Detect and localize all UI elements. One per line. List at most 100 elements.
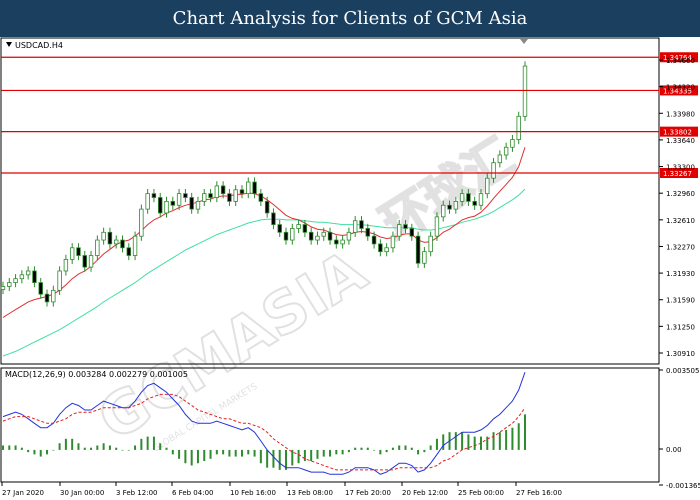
time-tick-label: 20 Feb 12:00 [402, 489, 448, 497]
time-tick-label: 3 Feb 12:00 [116, 489, 157, 497]
candle-body [69, 247, 75, 260]
candle-body [516, 115, 521, 140]
macd-hist-bar [108, 445, 111, 450]
macd-hist-bar [20, 447, 23, 450]
candle-body [459, 193, 465, 202]
candle-body [264, 200, 270, 214]
macd-hist-bar [492, 432, 495, 450]
candle-body [44, 293, 50, 303]
candle-body [25, 270, 31, 276]
candle-body [491, 162, 496, 179]
candle-body [214, 185, 220, 198]
candle-body [283, 231, 289, 241]
macd-hist-bar [134, 445, 137, 450]
candle-body [365, 228, 370, 237]
macd-hist-bar [341, 449, 344, 455]
macd-hist-bar [524, 414, 526, 450]
macd-hist-bar [379, 449, 382, 455]
candle-body [384, 247, 389, 253]
candle-body [107, 231, 113, 245]
candle-body [246, 181, 251, 195]
macd-hist-bar [429, 445, 432, 450]
time-tick-label: 27 Feb 16:00 [516, 489, 562, 497]
macd-hist-bar [27, 449, 30, 453]
macd-hist-bar [165, 447, 168, 450]
level-badge-label: 1.33802 [663, 129, 692, 137]
macd-hist-bar [435, 438, 438, 450]
price-tick-label: 1.33300 [666, 164, 695, 172]
candle-body [340, 239, 345, 245]
candle-body [145, 193, 150, 210]
candle-body [403, 224, 408, 229]
macd-hist-bar [272, 449, 275, 468]
macd-hist-bar [247, 449, 250, 455]
candle-body [114, 239, 119, 245]
macd-axis: 0.003505 0.00 -0.001365 [659, 367, 700, 490]
candle-body [315, 235, 320, 241]
candle-body [101, 231, 106, 241]
macd-panel-frame [0, 367, 660, 483]
candle-body [126, 247, 131, 256]
macd-hist-bar [297, 449, 300, 464]
macd-hist-bar [303, 449, 306, 462]
candle-body [76, 247, 81, 256]
macd-hist-bar [64, 438, 67, 450]
candle-body [441, 204, 446, 218]
candle-body [510, 139, 515, 148]
price-tick-label: 1.32270 [666, 243, 695, 251]
time-tick-label: 27 Jan 2020 [2, 489, 44, 497]
macd-hist-bar [291, 449, 294, 466]
price-tick-label: 1.34660 [666, 57, 695, 65]
price-tick-label: 1.33640 [666, 137, 695, 145]
price-axis: 1.34660 1.34320 1.33980 1.33640 1.33300 1.329… [659, 57, 695, 358]
candle-body [453, 200, 459, 210]
macd-hist-bar [266, 449, 269, 468]
price-tick-label: 1.33980 [666, 110, 695, 118]
macd-hist-bar [228, 449, 231, 457]
candle-body [371, 235, 377, 245]
candle-body [151, 193, 157, 198]
candle-body [296, 224, 301, 229]
symbol-dropdown-icon[interactable] [6, 42, 12, 47]
macd-tick-label: 0.003505 [666, 367, 699, 375]
macd-hist-bar [423, 449, 426, 453]
macd-hist-bar [203, 449, 206, 462]
candle-body [252, 181, 257, 195]
macd-hist-bar [347, 449, 350, 453]
candle-body [158, 197, 163, 214]
candle-body [63, 258, 69, 272]
candle-body [478, 193, 484, 206]
candle-body [13, 278, 18, 283]
candle-body [466, 193, 471, 202]
macd-hist-bar [215, 449, 218, 455]
macd-label: MACD(12,26,9) 0.003284 0.002279 0.001005 [5, 370, 188, 379]
candle-body [503, 146, 509, 156]
candle-body [183, 193, 188, 198]
macd-hist-bar [278, 449, 281, 470]
macd-hist-bar [14, 445, 17, 450]
candle-body [397, 224, 402, 237]
macd-hist-bar [505, 429, 508, 450]
price-tick-label: 1.32960 [666, 190, 695, 198]
macd-hist-bar [8, 445, 11, 450]
candle-body [208, 193, 213, 198]
candle-body [321, 231, 326, 237]
macd-line [2, 372, 526, 475]
macd-hist-bar [146, 436, 149, 450]
macd-hist-bar [178, 449, 181, 459]
macd-hist-bar [417, 449, 420, 455]
candle-body [176, 193, 182, 206]
candle-body [227, 193, 232, 202]
price-tick-label: 1.34320 [666, 84, 695, 92]
macd-hist-bar [322, 449, 325, 457]
macd-hist-bar [454, 432, 457, 450]
candle-body [51, 289, 56, 303]
macd-hist-bar [316, 449, 319, 459]
macd-hist-bar [2, 445, 4, 450]
macd-hist-bar [473, 436, 476, 450]
candle-body [472, 200, 477, 206]
candle-body [378, 243, 383, 253]
candle-body [359, 220, 364, 229]
candle-body [88, 255, 94, 268]
macd-hist-bar [335, 449, 338, 455]
